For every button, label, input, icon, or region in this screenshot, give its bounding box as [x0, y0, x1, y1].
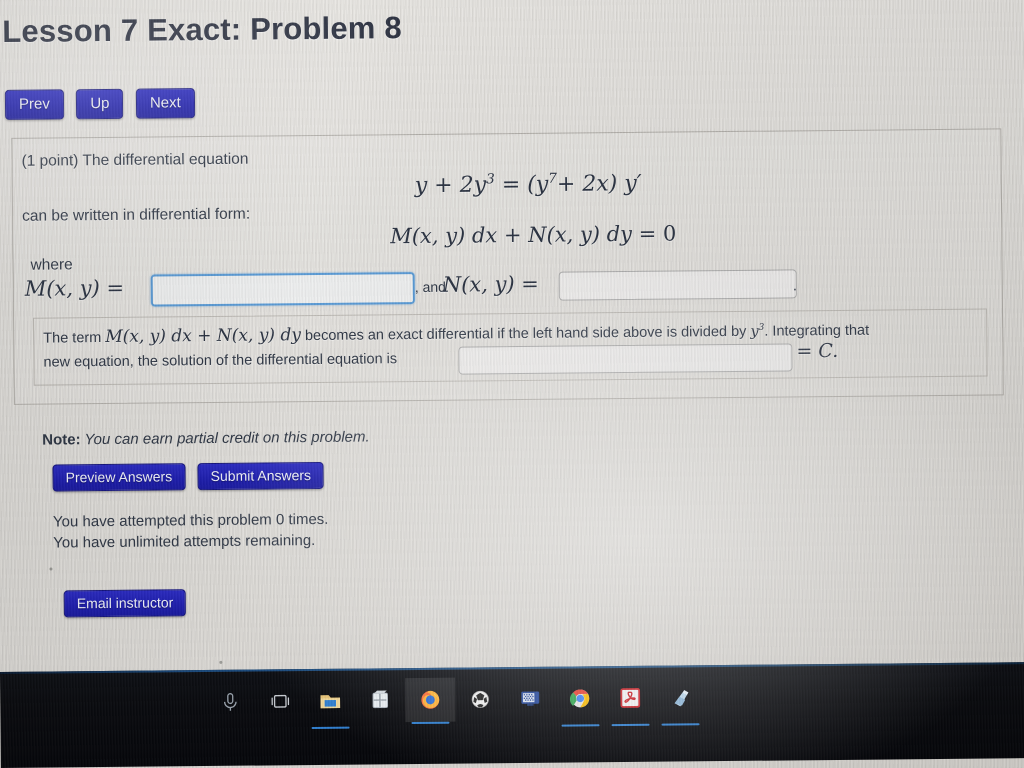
soccer-ball-app-icon[interactable]: [455, 677, 505, 721]
taskbar-running-indicator: [311, 726, 350, 730]
n-answer-input[interactable]: [558, 269, 797, 301]
solution-prompt-text: new equation, the solution of the differ…: [43, 351, 398, 371]
differential-equation: y + 2y3 = (y7+ 2x) y′: [414, 170, 642, 199]
m-answer-input[interactable]: [150, 272, 415, 307]
up-button[interactable]: Up: [76, 88, 124, 120]
prev-button[interactable]: Prev: [4, 89, 64, 120]
note-bold-label: Note:: [42, 431, 81, 449]
email-instructor-wrap: Email instructor: [63, 589, 195, 618]
problem-intro-text: (1 point) The differential equation: [21, 150, 249, 170]
remote-desktop-icon: [521, 691, 540, 706]
n-function-label: N(x, y) =: [442, 271, 539, 297]
email-instructor-button[interactable]: Email instructor: [63, 589, 187, 618]
note-body: You can earn partial credit on this prob…: [84, 428, 370, 449]
and-label: , and: [414, 278, 446, 296]
page-title: Lesson 7 Exact: Problem 8: [2, 10, 402, 49]
taskbar-running-indicator: [661, 723, 700, 726]
attempts-info: You have attempted this problem 0 times.…: [53, 509, 329, 554]
where-label: where: [30, 256, 73, 274]
file-explorer-icon: [320, 695, 341, 709]
windows-taskbar: [0, 662, 1024, 768]
soccer-ball-app-icon: [471, 690, 489, 708]
divisor-math: y3: [750, 322, 765, 340]
taskbar-running-indicator: [411, 721, 450, 725]
task-view-icon[interactable]: [255, 679, 305, 723]
task-view-icon: [271, 694, 290, 708]
microsoft-store-icon: [372, 690, 389, 709]
taskbar-running-indicator: [611, 723, 650, 727]
preview-answers-button[interactable]: Preview Answers: [52, 463, 186, 492]
remote-desktop-icon[interactable]: [505, 677, 555, 721]
solution-answer-input[interactable]: [458, 343, 793, 375]
differential-form-label: can be written in differential form:: [21, 205, 251, 225]
screen-speck: [219, 660, 223, 664]
differential-form-equation: M(x, y) dx + N(x, y) dy = 0: [390, 221, 677, 249]
taskbar-running-indicator: [561, 724, 600, 727]
microsoft-store-icon[interactable]: [355, 678, 405, 722]
screen-speck: [49, 567, 53, 571]
adobe-acrobat-icon: [620, 688, 641, 708]
partial-credit-note: Note: You can earn partial credit on thi…: [42, 428, 370, 448]
attempts-line-2: You have unlimited attempts remaining.: [53, 531, 316, 552]
firefox-icon: [421, 690, 440, 709]
onenote-notebook-icon[interactable]: [655, 675, 705, 719]
attempts-line-1: You have attempted this problem 0 times.: [52, 510, 329, 531]
onenote-notebook-icon: [674, 690, 689, 707]
exact-differential-math: M(x, y) dx + N(x, y) dy: [105, 325, 301, 348]
equals-c-label: = C.: [796, 339, 839, 363]
google-chrome-icon: [570, 689, 590, 708]
webwork-problem-page: Lesson 7 Exact: Problem 8 Prev Up Next (…: [0, 0, 1024, 676]
next-button[interactable]: Next: [135, 88, 195, 119]
adobe-acrobat-icon[interactable]: [605, 676, 655, 720]
cortana-microphone-icon[interactable]: [205, 680, 255, 724]
answer-actions: Preview Answers Submit Answers: [52, 461, 332, 492]
m-function-label: M(x, y) =: [24, 275, 125, 301]
file-explorer-icon[interactable]: [305, 679, 355, 723]
submit-answers-button[interactable]: Submit Answers: [197, 461, 325, 491]
firefox-icon[interactable]: [405, 677, 456, 723]
trailing-period: .: [792, 277, 798, 295]
problem-navigation: Prev Up Next: [4, 88, 203, 120]
photographed-screen: Lesson 7 Exact: Problem 8 Prev Up Next (…: [0, 0, 1024, 768]
google-chrome-icon[interactable]: [555, 676, 605, 720]
cortana-microphone-icon: [223, 693, 237, 711]
